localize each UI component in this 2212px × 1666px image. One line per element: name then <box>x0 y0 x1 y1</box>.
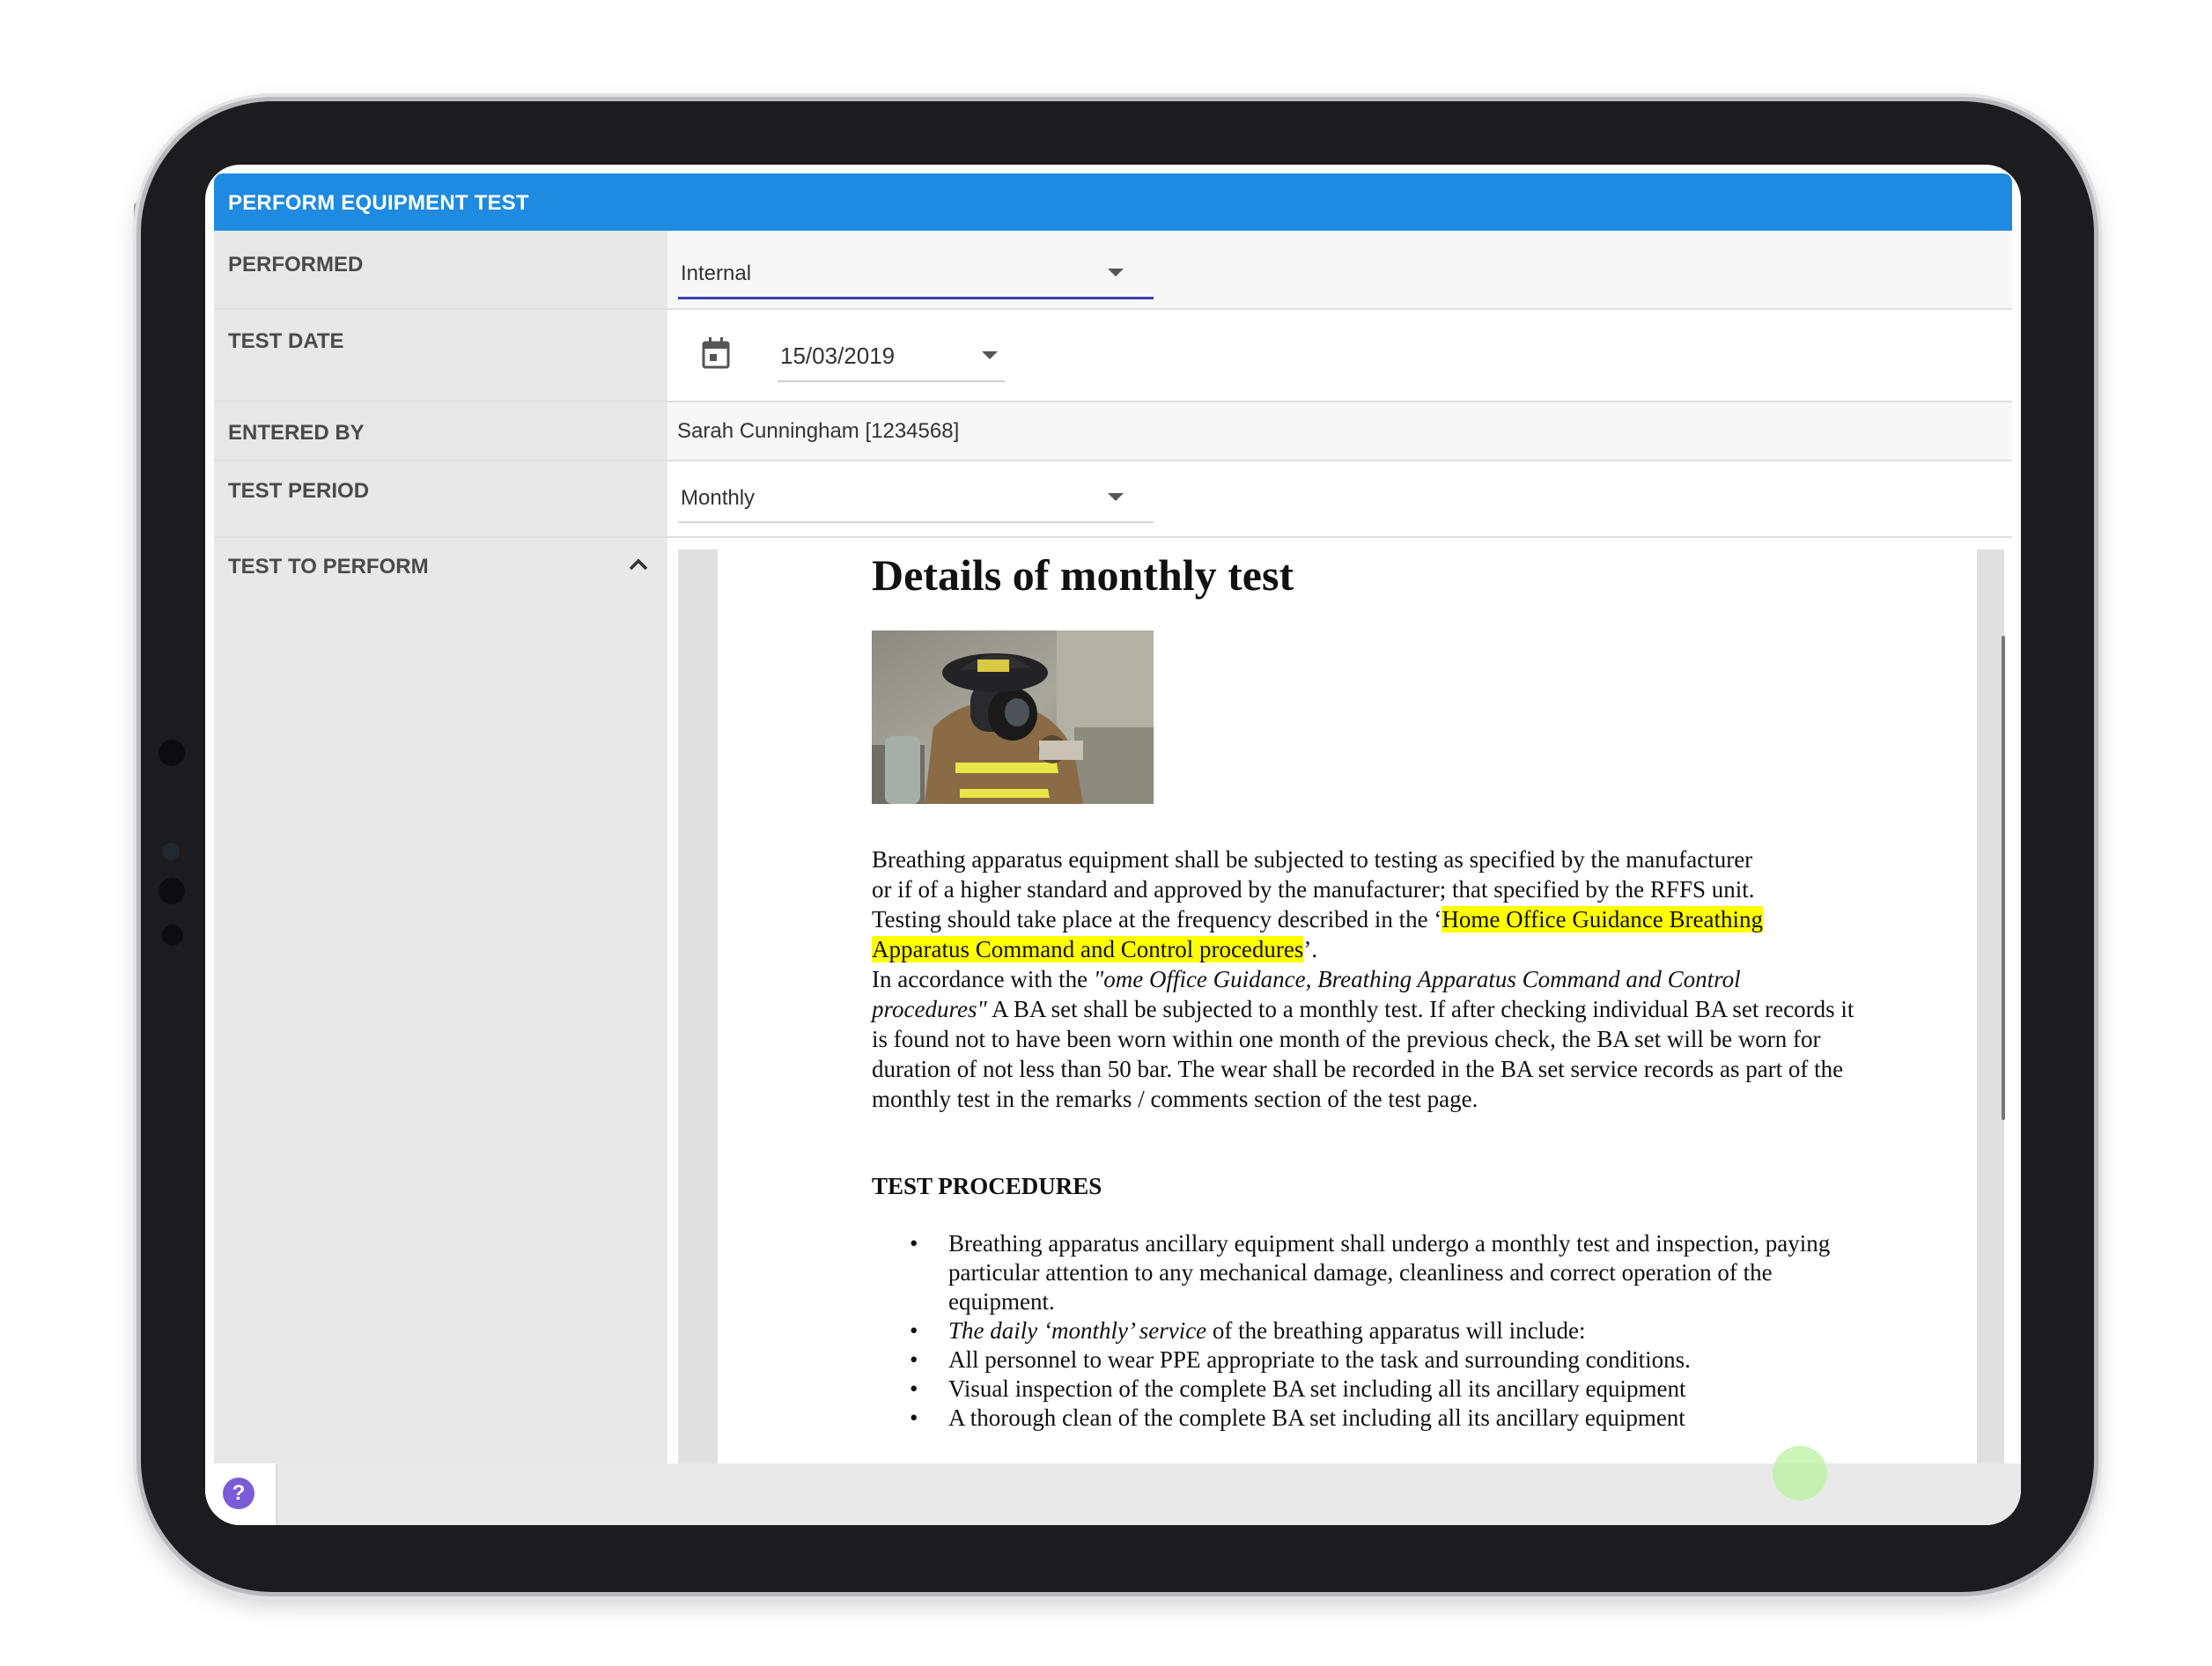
intro-line-4-end: ’. <box>1303 936 1318 962</box>
list-item: The daily ‘monthly’ service of the breat… <box>872 1316 1840 1345</box>
section-heading: TEST PROCEDURES <box>872 1173 1102 1199</box>
camera-dot-3 <box>159 878 185 904</box>
intro-line-1: Breathing apparatus equipment shall be s… <box>872 846 1753 873</box>
test-period-select-value: Monthly <box>681 486 756 510</box>
list-item: All personnel to wear PPE appropriate to… <box>872 1345 1840 1375</box>
procedures-list: Breathing apparatus ancillary equipment … <box>872 1229 1840 1433</box>
test-to-perform-label: TEST TO PERFORM <box>228 555 429 579</box>
highlighted-reference-cont: Apparatus Command and Control procedures <box>872 936 1304 962</box>
list-item-text: A thorough clean of the complete BA set … <box>948 1404 1685 1431</box>
list-item: Visual inspection of the complete BA set… <box>872 1375 1840 1404</box>
highlighted-reference: Home Office Guidance Breathing <box>1441 906 1763 933</box>
test-date-label: TEST DATE <box>228 329 344 353</box>
entered-by-value: Sarah Cunningham [1234568] <box>677 419 960 443</box>
entered-by-label: ENTERED BY <box>228 421 365 445</box>
firefighter-photo <box>872 630 1154 804</box>
page-title: PERFORM EQUIPMENT TEST <box>228 191 529 215</box>
list-item: Breathing apparatus ancillary equipment … <box>872 1229 1840 1316</box>
performed-label: PERFORMED <box>228 253 364 276</box>
row-divider <box>214 401 2012 402</box>
test-date-value: 15/03/2019 <box>780 343 896 369</box>
row-divider <box>214 536 2012 538</box>
test-date-input[interactable]: 15/03/2019 <box>778 332 1005 382</box>
accordance-paragraph: In accordance with the "ome Office Guida… <box>872 964 1858 1114</box>
test-period-select[interactable]: Monthly <box>678 477 1154 523</box>
chevron-down-icon <box>1108 493 1124 501</box>
footer-help-area: ? <box>205 1463 277 1525</box>
footer-bar: ? <box>205 1463 2021 1525</box>
chevron-down-icon <box>982 351 998 359</box>
list-item-text: of the breathing apparatus will include: <box>1206 1317 1586 1344</box>
camera-dot-2 <box>162 843 180 860</box>
camera-dot-1 <box>159 740 185 766</box>
camera-dot-4 <box>162 925 183 946</box>
calendar-icon[interactable] <box>701 336 731 370</box>
list-item-text: Visual inspection of the complete BA set… <box>948 1375 1686 1402</box>
row-divider <box>214 308 2012 310</box>
help-icon[interactable]: ? <box>223 1478 254 1509</box>
document-scrollbar[interactable] <box>2002 636 2005 1120</box>
row-divider <box>214 460 2012 461</box>
list-item-text: Breathing apparatus ancillary equipment … <box>948 1230 1831 1315</box>
page-header: PERFORM EQUIPMENT TEST <box>214 173 2012 231</box>
test-period-label: TEST PERIOD <box>228 479 370 503</box>
chevron-up-icon[interactable] <box>628 557 649 571</box>
intro-line-3: Testing should take place at the frequen… <box>872 906 1442 933</box>
app-screen: PERFORM EQUIPMENT TEST PERFORMED TEST DA… <box>205 165 2021 1525</box>
labels-column <box>214 231 667 1463</box>
list-item: A thorough clean of the complete BA set … <box>872 1404 1840 1433</box>
chevron-down-icon <box>1108 269 1124 276</box>
list-item-italic: The daily ‘monthly’ service <box>948 1317 1207 1344</box>
intro-paragraph: Breathing apparatus equipment shall be s… <box>872 844 1858 964</box>
status-indicator <box>1773 1446 1827 1500</box>
performed-select-value: Internal <box>681 262 752 285</box>
accordance-pre: In accordance with the <box>872 966 1094 992</box>
document-page: Details of monthly test Breathing appara… <box>718 549 1977 1463</box>
list-item-text: All personnel to wear PPE appropriate to… <box>948 1346 1691 1373</box>
document-title: Details of monthly test <box>872 550 1294 600</box>
performed-select[interactable]: Internal <box>678 253 1154 299</box>
intro-line-2: or if of a higher standard and approved … <box>872 876 1755 903</box>
accordance-post: A BA set shall be subjected to a monthly… <box>872 996 1854 1112</box>
